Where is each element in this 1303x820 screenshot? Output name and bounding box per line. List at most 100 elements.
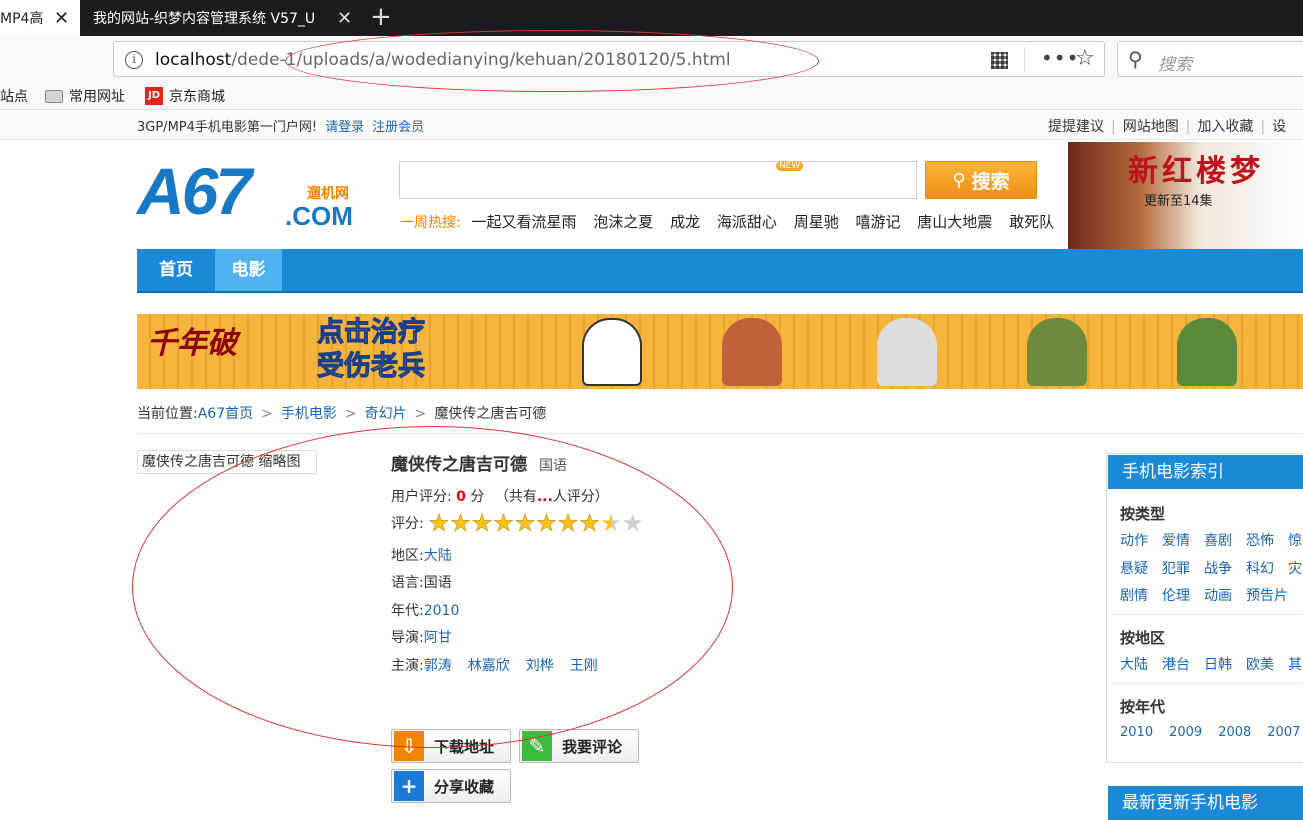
cast-link[interactable]: 郭涛 (424, 658, 452, 674)
rating-label: 评分: (391, 516, 424, 532)
hot-keyword[interactable]: 一起又看流星雨 (472, 213, 577, 231)
comment-label: 我要评论 (562, 737, 623, 756)
suggest-link[interactable]: 提提建议 (1048, 119, 1104, 135)
breadcrumb-mobile-movie[interactable]: 手机电影 (281, 406, 337, 422)
region-link[interactable]: 其 (1288, 657, 1302, 673)
breadcrumb-current: 魔侠传之唐吉可德 (434, 406, 547, 422)
ad-title: 新红楼梦 (1128, 154, 1264, 189)
year-link[interactable]: 2007 (1267, 725, 1300, 740)
more-actions-icon[interactable]: ••• (1041, 46, 1079, 70)
type-link[interactable]: 爱情 (1162, 533, 1190, 549)
star-empty-icon[interactable]: ★ (622, 509, 644, 537)
type-link[interactable]: 科幻 (1246, 561, 1274, 577)
rating-stars[interactable]: ★★★★★★★★★★ (428, 511, 643, 536)
type-link[interactable]: 伦理 (1162, 588, 1190, 604)
votes-suffix: 人评分） (552, 489, 609, 505)
register-link[interactable]: 注册会员 (372, 120, 424, 135)
top-links: 提提建议 | 网站地图 | 加入收藏 | 设 (1048, 116, 1286, 136)
year-row: 年代:2010 (391, 600, 459, 620)
ad-banner-wide[interactable]: 千年破 点击治疗 受伤老兵 (137, 314, 1303, 389)
tab-active[interactable]: MP4高 ✕ (0, 0, 80, 36)
address-bar[interactable]: i localhost/dede-1/uploads/a/wodedianyin… (113, 41, 1105, 77)
hot-keyword[interactable]: 海派甜心 (717, 213, 777, 231)
site-info-icon[interactable]: i (125, 51, 143, 69)
star-full-icon[interactable]: ★ (514, 509, 536, 537)
year-link[interactable]: 2010 (1120, 725, 1153, 740)
type-link[interactable]: 喜剧 (1204, 533, 1232, 549)
type-link[interactable]: 预告片 (1246, 588, 1288, 604)
type-link[interactable]: 悬疑 (1120, 561, 1148, 577)
year-link[interactable]: 2008 (1218, 725, 1251, 740)
search-button-label: 搜索 (971, 170, 1010, 193)
ad-banner-right[interactable]: 新红楼梦 更新至14集 (1068, 142, 1303, 250)
favorite-link[interactable]: 加入收藏 (1197, 119, 1253, 135)
download-button[interactable]: ⇩ 下载地址 (391, 729, 511, 763)
hot-keyword[interactable]: 泡沫之夏 (593, 213, 653, 231)
bookmark-star-icon[interactable]: ☆ (1075, 46, 1095, 71)
bookmark-jd[interactable]: JD 京东商城 (145, 86, 225, 106)
hot-keyword[interactable]: 周星驰 (794, 213, 839, 231)
site-search-input[interactable] (399, 161, 917, 199)
settings-link[interactable]: 设 (1272, 119, 1286, 135)
year-label: 年代: (391, 603, 424, 619)
login-link[interactable]: 请登录 (325, 120, 364, 135)
region-link[interactable]: 欧美 (1246, 657, 1274, 673)
star-full-icon[interactable]: ★ (536, 509, 558, 537)
sitemap-link[interactable]: 网站地图 (1123, 119, 1179, 135)
star-full-icon[interactable]: ★ (557, 509, 579, 537)
star-full-icon[interactable]: ★ (428, 509, 450, 537)
close-icon[interactable]: ✕ (337, 8, 352, 29)
close-icon[interactable]: ✕ (54, 8, 69, 29)
region-link[interactable]: 港台 (1162, 657, 1190, 673)
votes-count: ... (536, 489, 553, 505)
cast-link[interactable]: 林嘉欣 (468, 658, 510, 674)
star-full-icon[interactable]: ★ (579, 509, 601, 537)
type-link[interactable]: 战争 (1204, 561, 1232, 577)
banner-line1: 点击治疗 (317, 317, 426, 349)
year-link[interactable]: 2010 (424, 603, 460, 619)
bookmark-sites[interactable]: 站点 (0, 86, 28, 106)
region-link[interactable]: 日韩 (1204, 657, 1232, 673)
star-full-icon[interactable]: ★ (492, 509, 514, 537)
rating-row: 评分: ★★★★★★★★★★ (391, 511, 643, 536)
star-full-icon[interactable]: ★ (449, 509, 471, 537)
region-link[interactable]: 大陆 (1120, 657, 1148, 673)
type-link[interactable]: 恐怖 (1246, 533, 1274, 549)
hot-keyword[interactable]: 敢死队 (1009, 213, 1054, 231)
hot-keyword[interactable]: 嘻游记 (855, 213, 900, 231)
star-full-icon[interactable]: ★ (471, 509, 493, 537)
type-link[interactable]: 动作 (1120, 533, 1148, 549)
browser-search-box[interactable]: ⚲ 搜索 (1117, 41, 1303, 77)
user-score-row: 用户评分: 0 分 （共有...人评分） (391, 486, 609, 506)
breadcrumb-fantasy[interactable]: 奇幻片 (365, 406, 407, 422)
new-tab-icon[interactable]: + (370, 3, 392, 31)
menu-home[interactable]: 首页 (137, 249, 215, 291)
type-link[interactable]: 灾 (1288, 561, 1302, 577)
type-link[interactable]: 惊 (1288, 533, 1302, 549)
tab-dede-admin[interactable]: 我的网站-织梦内容管理系统 V57_U ✕ (81, 0, 363, 36)
share-button[interactable]: + 分享收藏 (391, 769, 511, 803)
site-logo[interactable]: A67 遛机网 .COM (137, 153, 367, 233)
year-link[interactable]: 2009 (1169, 725, 1202, 740)
bookmark-common-sites[interactable]: 常用网址 (45, 86, 125, 106)
type-link[interactable]: 犯罪 (1162, 561, 1190, 577)
region-link[interactable]: 大陆 (424, 548, 452, 564)
comment-button[interactable]: ✎ 我要评论 (519, 729, 639, 763)
qr-code-icon[interactable] (991, 52, 1008, 69)
tab-title: MP4高 (0, 11, 44, 27)
breadcrumb-home[interactable]: A67首页 (198, 406, 253, 422)
cast-link[interactable]: 王刚 (570, 658, 598, 674)
hot-keyword[interactable]: 成龙 (670, 213, 700, 231)
star-half-icon[interactable]: ★ (600, 509, 622, 537)
movie-thumbnail[interactable]: 魔侠传之唐吉可德 缩略图 (137, 450, 317, 474)
menu-movie[interactable]: 电影 (215, 249, 282, 291)
hot-keyword[interactable]: 唐山大地震 (917, 213, 992, 231)
type-link[interactable]: 剧情 (1120, 588, 1148, 604)
director-link[interactable]: 阿甘 (424, 630, 452, 646)
type-link[interactable]: 动画 (1204, 588, 1232, 604)
search-button[interactable]: ⚲ 搜索 (925, 161, 1037, 199)
share-label: 分享收藏 (434, 777, 495, 796)
url-text[interactable]: localhost/dede-1/uploads/a/wodedianying/… (155, 50, 731, 70)
url-path: /dede-1/uploads/a/wodedianying/kehuan/20… (231, 50, 731, 70)
cast-link[interactable]: 刘桦 (526, 658, 554, 674)
